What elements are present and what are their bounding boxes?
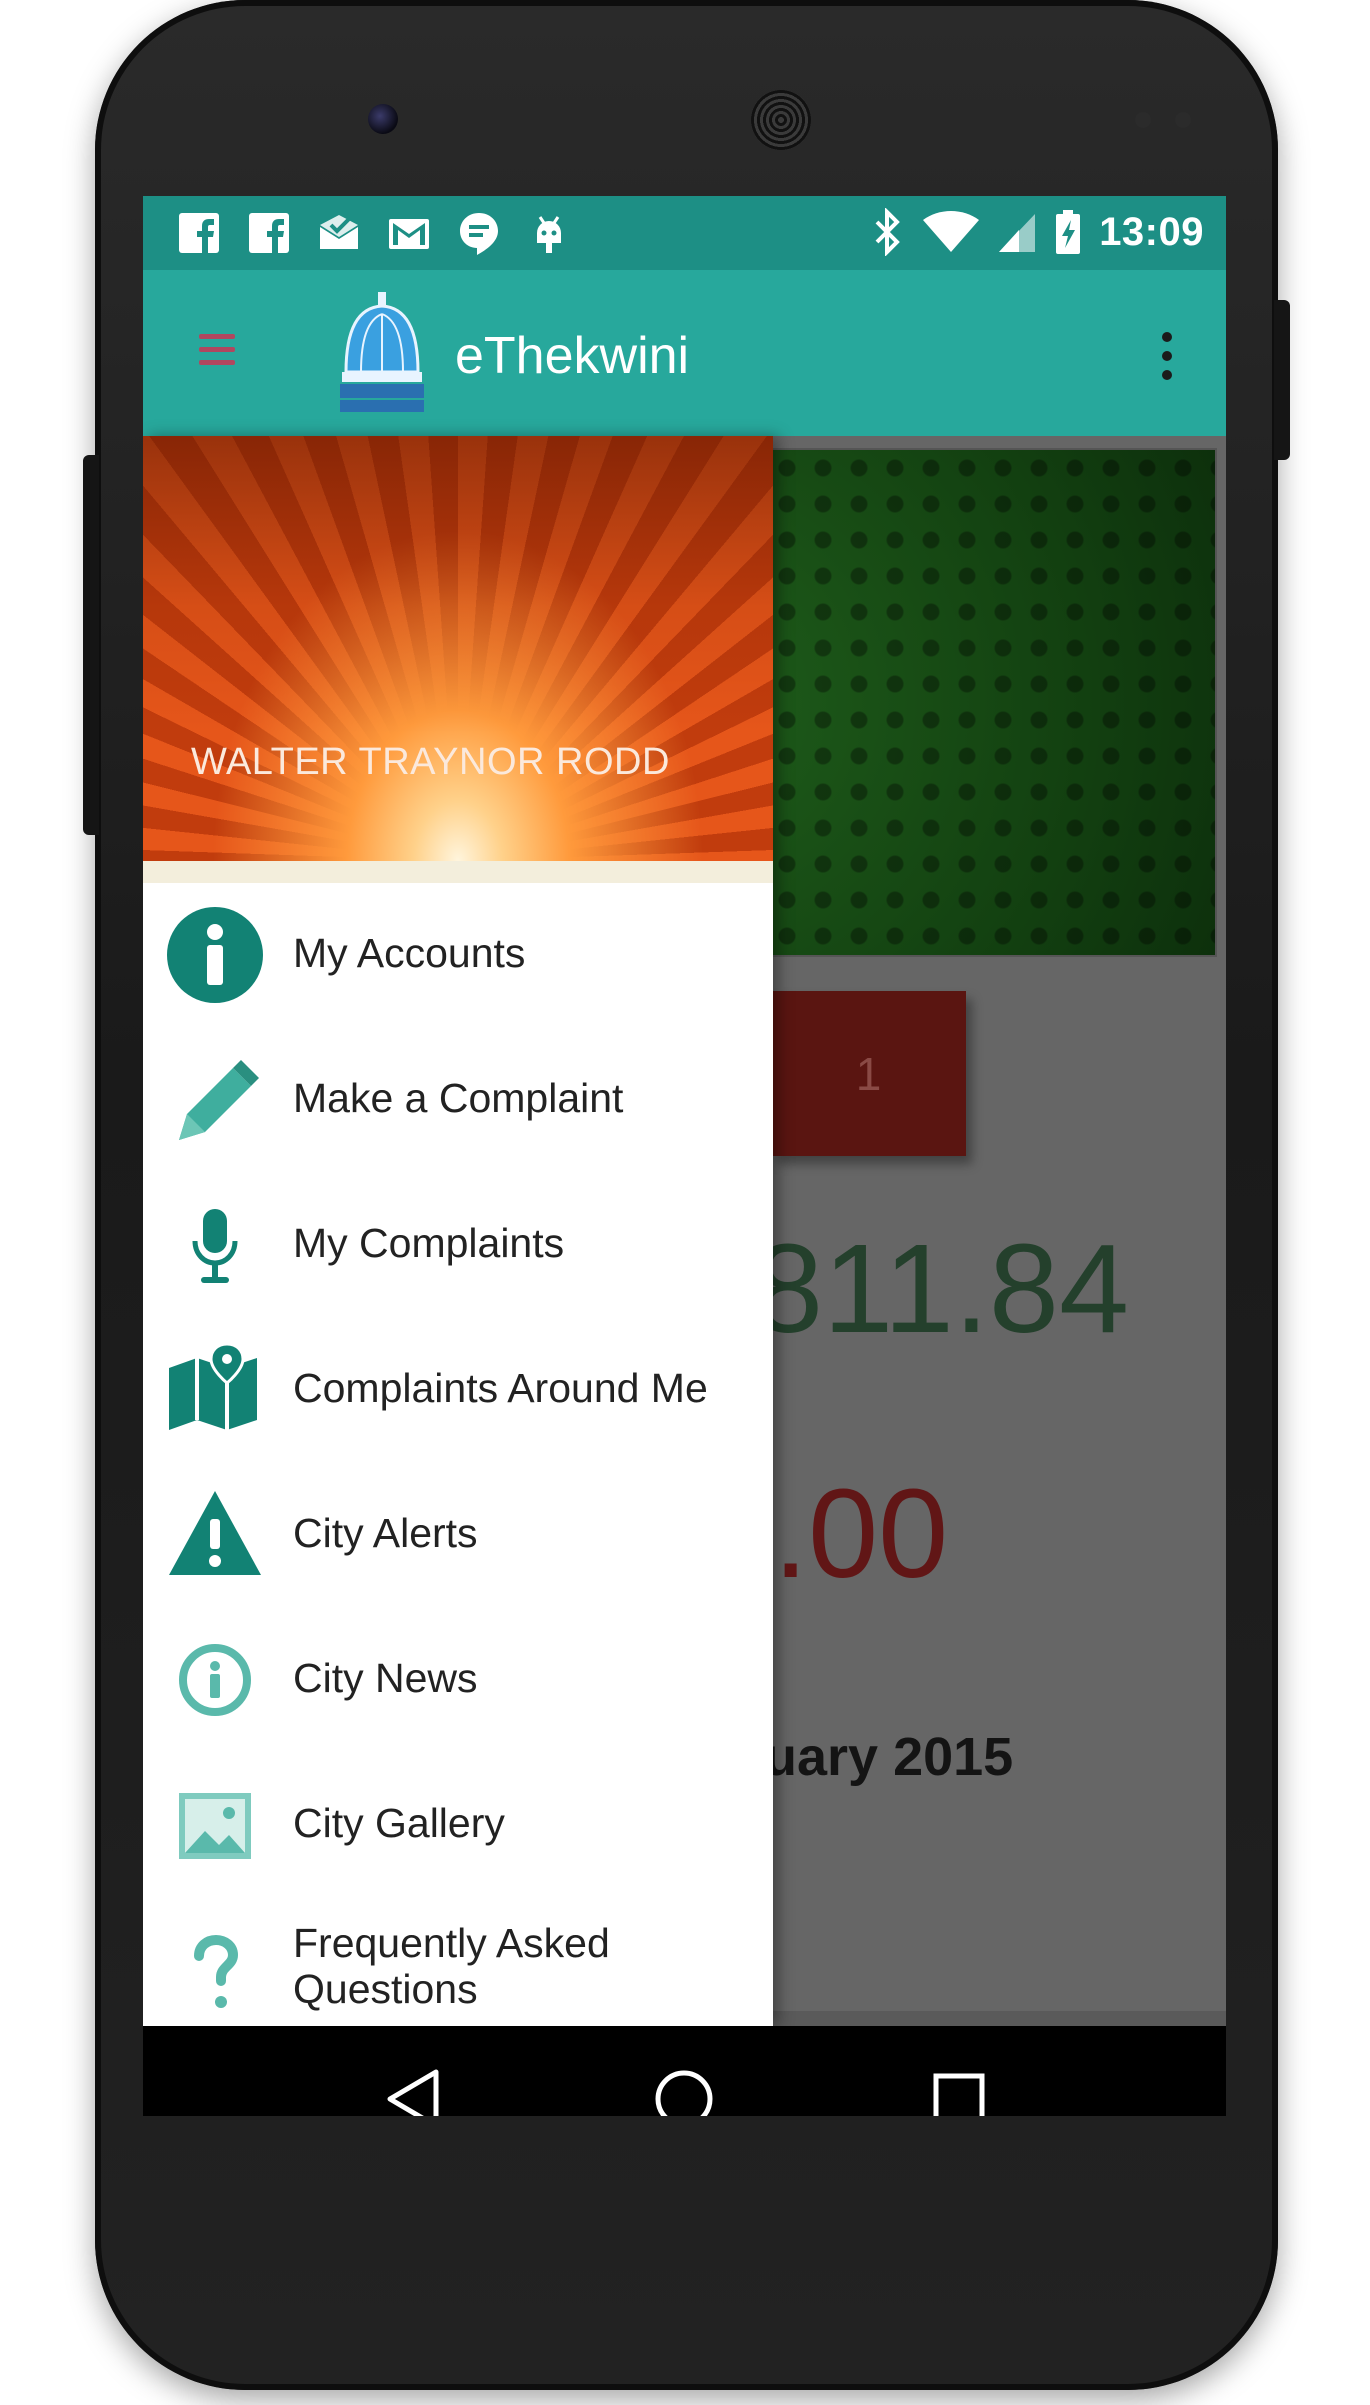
battery-charging-icon <box>1056 210 1081 254</box>
more-options-icon[interactable] <box>1162 332 1174 384</box>
home-icon[interactable] <box>649 2064 719 2116</box>
facebook-icon <box>179 213 219 253</box>
menu-icon[interactable] <box>199 334 235 374</box>
map-pin-icon <box>169 1342 257 1430</box>
drawer-menu: My Accounts Make a Complaint My Complain… <box>143 883 773 2026</box>
app-bar: eThekwini <box>143 270 1226 436</box>
question-icon <box>194 1934 239 2008</box>
menu-label: City Gallery <box>293 1800 505 1846</box>
gmail-icon <box>389 219 429 249</box>
pencil-icon <box>179 1060 259 1140</box>
user-name: WALTER TRAYNOR RODD <box>191 741 670 783</box>
status-bar: 13:09 <box>143 196 1226 270</box>
earpiece-speaker <box>751 90 811 150</box>
menu-label: Complaints Around Me <box>293 1365 708 1411</box>
volume-button <box>83 455 99 835</box>
menu-item-complaints-around-me[interactable]: Complaints Around Me <box>143 1318 773 1463</box>
menu-item-my-complaints[interactable]: My Complaints <box>143 1173 773 1318</box>
front-camera <box>368 104 398 134</box>
microphone-icon <box>192 1209 238 1283</box>
info-outline-icon <box>179 1644 251 1716</box>
bluetooth-icon <box>875 208 901 256</box>
menu-label: Make a Complaint <box>293 1075 624 1121</box>
back-icon[interactable] <box>378 2064 448 2116</box>
info-circle-icon <box>167 907 263 1003</box>
hangouts-icon <box>460 213 498 255</box>
menu-label: My Accounts <box>293 930 526 976</box>
menu-label: City News <box>293 1655 478 1701</box>
wifi-icon <box>923 211 980 252</box>
menu-label: My Complaints <box>293 1220 565 1266</box>
menu-item-my-accounts[interactable]: My Accounts <box>143 883 773 1028</box>
system-status: 13:09 <box>871 208 1204 256</box>
clock: 13:09 <box>1099 209 1204 254</box>
menu-item-city-alerts[interactable]: City Alerts <box>143 1463 773 1608</box>
signal-icon <box>999 214 1036 252</box>
menu-label: Frequently Asked Questions <box>293 1920 610 2012</box>
statement-month: ruary 2015 <box>743 1727 1014 1787</box>
menu-item-make-complaint[interactable]: Make a Complaint <box>143 1028 773 1173</box>
balance-amount: 811.84 <box>753 1218 1130 1359</box>
power-button <box>1274 300 1290 460</box>
image-icon <box>179 1793 251 1859</box>
menu-item-city-gallery[interactable]: City Gallery <box>143 1753 773 1898</box>
recents-icon[interactable] <box>924 2064 994 2116</box>
proximity-sensor <box>1135 112 1151 128</box>
light-sensor <box>1175 112 1191 128</box>
screen: 13:09 eThekwini D 1 811.84 0.00 ruary 2 <box>143 196 1226 2116</box>
facebook-icon <box>249 213 289 253</box>
header-divider <box>143 861 773 883</box>
menu-item-faq[interactable]: Frequently Asked Questions <box>143 1898 773 2026</box>
notification-icons <box>175 209 573 257</box>
drawer-header: WALTER TRAYNOR RODD <box>143 436 773 861</box>
calendar-check-icon <box>320 215 358 249</box>
ethekwini-logo <box>340 292 424 412</box>
notification-count-box[interactable]: 1 <box>771 991 966 1156</box>
menu-item-city-news[interactable]: City News <box>143 1608 773 1753</box>
count-value: 1 <box>855 1047 882 1100</box>
app-title: eThekwini <box>455 327 690 385</box>
android-icon <box>537 216 561 253</box>
navigation-bar <box>143 2026 1226 2116</box>
warning-icon <box>169 1491 261 1575</box>
menu-label: City Alerts <box>293 1510 478 1556</box>
navigation-drawer: WALTER TRAYNOR RODD My Accounts Make a C… <box>143 436 773 2026</box>
